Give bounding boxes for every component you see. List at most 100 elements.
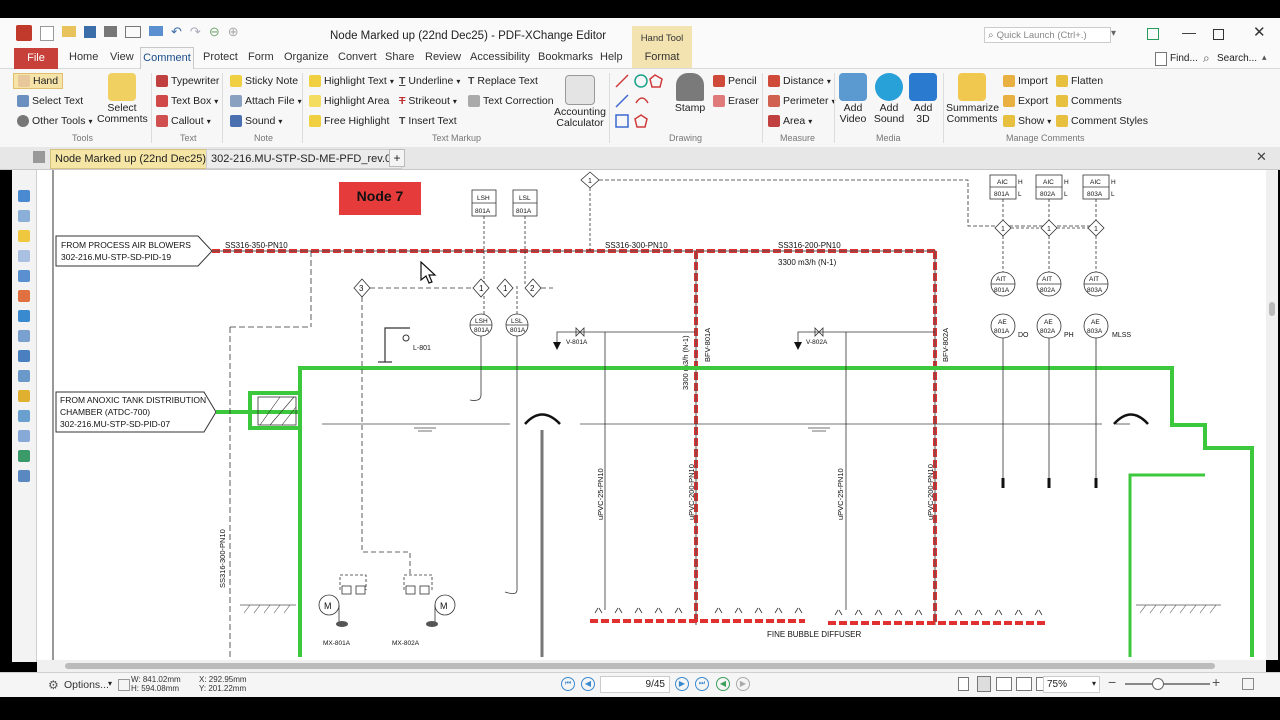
insert-text-button[interactable]: T Insert Text xyxy=(399,115,457,127)
properties-pane-icon[interactable] xyxy=(18,450,30,462)
email-icon[interactable] xyxy=(125,26,141,38)
zoom-slider-thumb[interactable] xyxy=(1152,678,1164,690)
search-pane-icon[interactable] xyxy=(18,470,30,482)
add-video-button[interactable]: Add Video xyxy=(838,73,868,125)
minimize-button[interactable]: — xyxy=(1182,24,1196,40)
comment-styles-button[interactable]: Comment Styles xyxy=(1056,115,1148,127)
text-correction-button[interactable]: Text Correction xyxy=(468,95,554,107)
next-page-button[interactable]: ▶ xyxy=(675,677,689,691)
select-text-button[interactable]: Select Text xyxy=(17,95,83,107)
options-button[interactable]: Options... xyxy=(64,679,109,691)
replace-text-button[interactable]: T Replace Text xyxy=(468,75,538,87)
print-icon[interactable] xyxy=(104,26,117,37)
chevron-down-icon[interactable]: ▾ xyxy=(108,679,112,688)
cloud-tool-icon[interactable] xyxy=(635,97,649,104)
arrow-tool-icon[interactable] xyxy=(615,94,629,108)
first-page-button[interactable]: ⏮ xyxy=(561,677,575,691)
context-tab-format[interactable]: Hand Tool Format xyxy=(632,26,692,68)
summarize-comments-button[interactable]: Summarize Comments xyxy=(946,73,999,125)
zoom-slider-track[interactable] xyxy=(1125,683,1210,685)
stamp-button[interactable]: Stamp xyxy=(672,73,708,114)
distance-button[interactable]: Distance ▾ xyxy=(768,75,831,87)
pencil-button[interactable]: Pencil xyxy=(713,75,757,87)
new-tab-button[interactable]: + xyxy=(389,149,405,167)
tab-protect[interactable]: Protect xyxy=(203,51,238,63)
tab-list-icon[interactable] xyxy=(33,151,45,163)
search-magnifier-icon[interactable]: ⌕ xyxy=(1203,51,1210,66)
comments-pane-button[interactable]: Comments xyxy=(1056,95,1122,107)
highlight-text-button[interactable]: Highlight Text ▾ xyxy=(309,75,394,87)
tab-accessibility[interactable]: Accessibility xyxy=(470,51,530,63)
new-icon[interactable] xyxy=(40,26,54,41)
save-icon[interactable] xyxy=(84,26,96,38)
tab-convert[interactable]: Convert xyxy=(338,51,377,63)
ribbon-collapse-icon[interactable]: ▴ xyxy=(1262,52,1267,63)
status-bar-menu-icon[interactable] xyxy=(1242,678,1254,690)
zoom-select[interactable]: 75% ▾ xyxy=(1043,676,1100,693)
horizontal-scrollbar[interactable] xyxy=(37,660,1266,672)
oval-tool-icon[interactable] xyxy=(634,74,648,88)
flatten-button[interactable]: Flatten xyxy=(1056,75,1103,87)
rectangle-tool-icon[interactable] xyxy=(615,114,629,128)
tab-help[interactable]: Help xyxy=(600,51,623,63)
tab-form[interactable]: Form xyxy=(248,51,274,63)
show-button[interactable]: Show ▾ xyxy=(1003,115,1051,127)
restore-button[interactable] xyxy=(1213,29,1224,40)
continuous-view-icon[interactable] xyxy=(977,676,991,692)
gear-icon[interactable]: ⚙ xyxy=(48,678,59,692)
bookmarks-pane-icon[interactable] xyxy=(18,270,30,282)
quick-launch-box[interactable]: ⌕ Quick Launch (Ctrl+.) xyxy=(984,27,1111,43)
area-button[interactable]: Area ▾ xyxy=(768,115,812,127)
fullscreen-icon[interactable] xyxy=(1147,28,1159,40)
tab-comment[interactable]: Comment xyxy=(140,47,194,69)
previous-page-button[interactable]: ◀ xyxy=(581,677,595,691)
pentagon-tool-icon[interactable] xyxy=(634,114,648,128)
last-page-button[interactable]: ⏭ xyxy=(695,677,709,691)
facing-view-icon[interactable] xyxy=(996,677,1012,691)
tab-review[interactable]: Review xyxy=(425,51,461,63)
import-button[interactable]: Import xyxy=(1003,75,1048,87)
select-pane-icon[interactable] xyxy=(18,190,30,202)
destinations-pane-icon[interactable] xyxy=(18,350,30,362)
thumbnails-pane-icon[interactable] xyxy=(18,310,30,322)
highlight-area-button[interactable]: Highlight Area xyxy=(309,95,389,107)
attachments-pane-icon[interactable] xyxy=(18,250,30,262)
tags-pane-icon[interactable] xyxy=(18,410,30,422)
pages-pane-icon[interactable] xyxy=(18,210,30,222)
facing-continuous-view-icon[interactable] xyxy=(1016,677,1032,691)
vertical-scrollbar[interactable] xyxy=(1266,170,1278,660)
single-page-view-icon[interactable] xyxy=(958,677,969,691)
add-sound-button[interactable]: Add Sound xyxy=(872,73,906,125)
polygon-tool-icon[interactable] xyxy=(649,74,663,88)
scan-icon[interactable] xyxy=(149,26,163,36)
previous-view-button[interactable]: ◀ xyxy=(716,677,730,691)
tab-organize[interactable]: Organize xyxy=(284,51,329,63)
accounting-calculator-button[interactable]: Accounting Calculator xyxy=(552,75,608,129)
sticky-note-button[interactable]: Sticky Note xyxy=(230,75,298,87)
fields-pane-icon[interactable] xyxy=(18,330,30,342)
typewriter-button[interactable]: Typewriter xyxy=(156,75,219,87)
undo-icon[interactable]: ↶ xyxy=(171,25,182,41)
find-icon[interactable] xyxy=(1155,52,1167,66)
comments-pane-icon[interactable] xyxy=(18,230,30,242)
app-icon[interactable] xyxy=(16,25,32,41)
close-button[interactable]: ✕ xyxy=(1253,23,1266,41)
callout-button[interactable]: Callout ▾ xyxy=(156,115,211,127)
layers-pane-icon[interactable] xyxy=(18,290,30,302)
dropdown-icon[interactable]: ▾ xyxy=(1111,28,1116,39)
find-button[interactable]: Find... xyxy=(1170,53,1198,64)
perimeter-button[interactable]: Perimeter▾ xyxy=(768,95,836,107)
search-button[interactable]: Search... xyxy=(1217,53,1257,64)
other-tools-button[interactable]: Other Tools ▾ xyxy=(17,115,93,127)
zoom-out-button[interactable]: − xyxy=(1108,674,1116,690)
close-document-icon[interactable]: ✕ xyxy=(1256,149,1267,165)
free-highlight-button[interactable]: Free Highlight xyxy=(309,115,389,127)
line-tool-icon[interactable] xyxy=(615,74,629,88)
doc-tab-active[interactable]: Node Marked up (22nd Dec25) ✕ xyxy=(50,149,230,169)
attach-file-button[interactable]: Attach File ▾ xyxy=(230,95,302,107)
page-number-input[interactable]: 9/45 xyxy=(600,676,670,693)
redo-icon[interactable]: ↷ xyxy=(190,25,201,41)
tab-bookmarks[interactable]: Bookmarks xyxy=(538,51,593,63)
zoom-in-button[interactable]: + xyxy=(1212,674,1220,690)
content-pane-icon[interactable] xyxy=(18,370,30,382)
